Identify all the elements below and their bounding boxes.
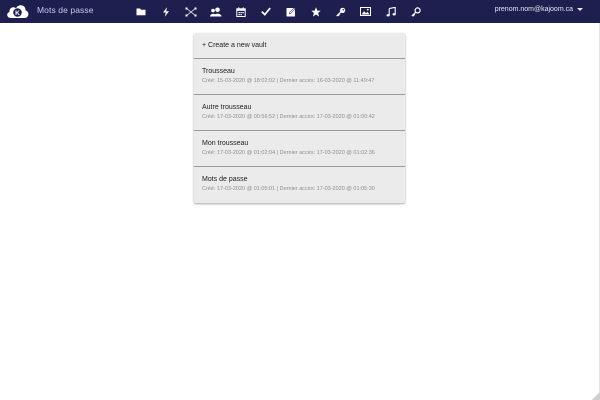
checkmark-icon[interactable]	[253, 0, 278, 23]
folder-icon[interactable]	[128, 0, 153, 23]
app-title: Mots de passe	[37, 5, 94, 15]
notes-icon[interactable]	[278, 0, 303, 23]
contacts-icon[interactable]	[203, 0, 228, 23]
app-nav	[128, 0, 428, 23]
top-navigation-bar: K Mots de passe prenom.nom@kajoom.ca	[0, 0, 600, 23]
svg-text:K: K	[15, 10, 20, 17]
vault-meta: Créé: 17-03-2020 @ 00:56:52 | Dernier ac…	[202, 114, 375, 120]
vault-name: Autre trousseau	[202, 104, 252, 111]
create-vault-button[interactable]: + Create a new vault	[194, 33, 405, 59]
lightning-icon[interactable]	[153, 0, 178, 23]
vault-item[interactable]: Trousseau Créé: 15-03-2020 @ 18:02:02 | …	[194, 59, 405, 95]
vault-meta: Créé: 17-03-2020 @ 01:05:01 | Dernier ac…	[202, 186, 375, 192]
user-email: prenom.nom@kajoom.ca	[494, 6, 573, 13]
vault-name: Mots de passe	[202, 176, 248, 183]
music-icon[interactable]	[378, 0, 403, 23]
image-icon[interactable]	[353, 0, 378, 23]
vault-item[interactable]: Mots de passe Créé: 17-03-2020 @ 01:05:0…	[194, 167, 405, 203]
user-menu[interactable]: prenom.nom@kajoom.ca	[495, 6, 583, 13]
vault-meta: Créé: 15-03-2020 @ 18:02:02 | Dernier ac…	[202, 78, 375, 84]
chevron-down-icon	[577, 8, 583, 11]
key-icon[interactable]	[328, 0, 353, 23]
password-key-icon[interactable]	[403, 0, 428, 23]
resize-handle[interactable]	[592, 392, 600, 400]
kajoom-logo[interactable]: K	[5, 2, 30, 21]
vault-item[interactable]: Mon trousseau Créé: 17-03-2020 @ 01:02:0…	[194, 131, 405, 167]
tasks-icon[interactable]	[178, 0, 203, 23]
vault-meta: Créé: 17-03-2020 @ 01:02:04 | Dernier ac…	[202, 150, 375, 156]
vault-name: Trousseau	[202, 68, 235, 75]
vault-name: Mon trousseau	[202, 140, 249, 147]
vault-list: + Create a new vault Trousseau Créé: 15-…	[194, 33, 405, 203]
calendar-icon[interactable]	[228, 0, 253, 23]
star-icon[interactable]	[303, 0, 328, 23]
vault-item[interactable]: Autre trousseau Créé: 17-03-2020 @ 00:56…	[194, 95, 405, 131]
